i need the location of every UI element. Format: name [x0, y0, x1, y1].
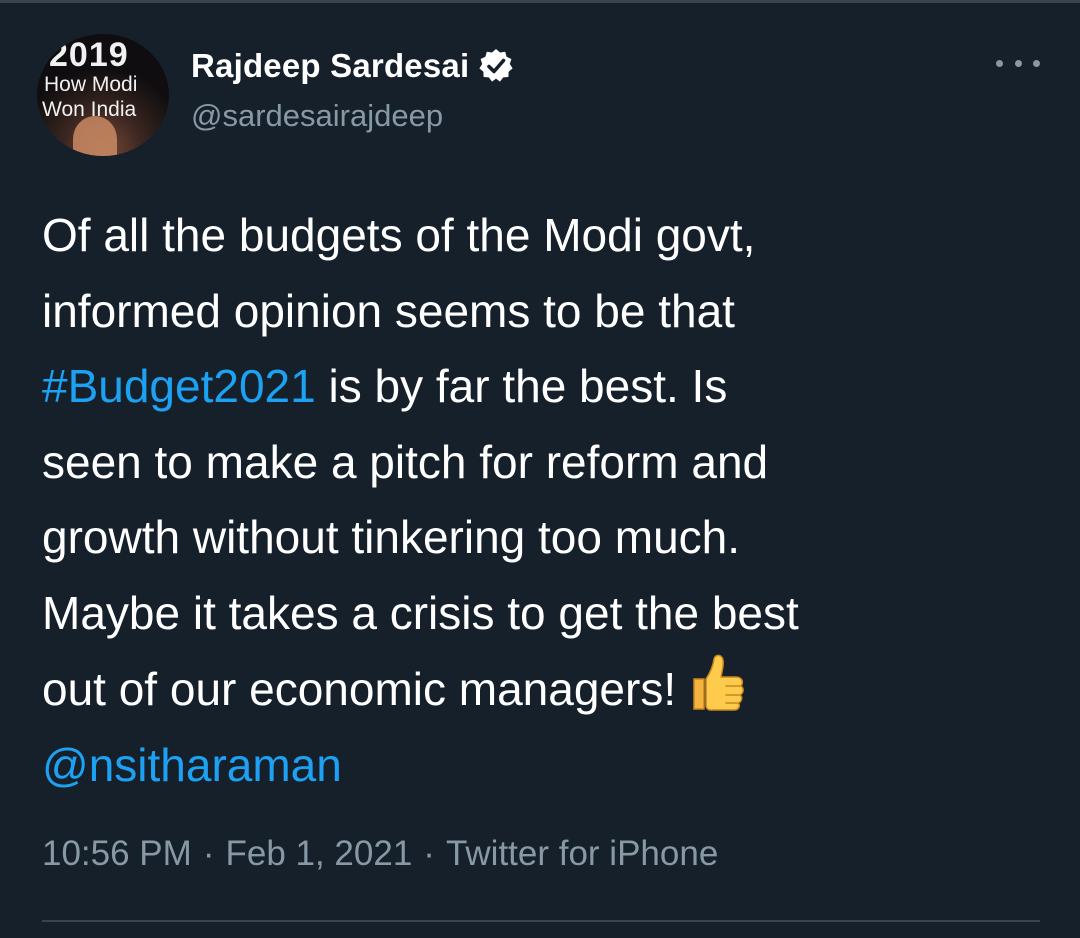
tweet-line: seen to make a pitch for reform and — [42, 435, 769, 488]
avatar-text-line2: How Modi — [44, 73, 138, 96]
tweet-source[interactable]: Twitter for iPhone — [446, 834, 718, 873]
author-block: Rajdeep Sardesai @sardesairajdeep — [191, 40, 514, 134]
more-options-icon[interactable] — [996, 48, 1040, 78]
more-dot — [1033, 59, 1040, 67]
tweet-line: growth without tinkering too much. — [42, 511, 741, 563]
tweet-line: @nsitharaman — [42, 728, 1042, 804]
tweet-line: #Budget2021 is by far the best. Is — [42, 349, 1042, 425]
bottom-divider — [42, 920, 1040, 922]
avatar-text-line3: Won India — [42, 98, 137, 121]
mention-link[interactable]: @nsitharaman — [42, 739, 342, 791]
meta-separator: · — [423, 834, 435, 873]
handle[interactable]: @sardesairajdeep — [191, 98, 514, 134]
verified-badge-icon — [478, 48, 514, 84]
more-dot — [1014, 59, 1022, 67]
thumbs-up-icon — [686, 651, 750, 715]
display-name[interactable]: Rajdeep Sardesai — [191, 47, 469, 85]
avatar-text-year: 2019 — [49, 36, 129, 74]
tweet-line: informed opinion seems to be that — [42, 284, 735, 337]
avatar-figure — [73, 116, 117, 156]
tweet-card: 2019 How Modi Won India Rajdeep Sardesai… — [0, 0, 1080, 938]
hashtag-link[interactable]: #Budget2021 — [42, 360, 316, 412]
tweet-text: Of all the budgets of the Modi govt, inf… — [42, 198, 1042, 803]
tweet-line-text: out of our economic managers! — [42, 663, 677, 715]
name-row: Rajdeep Sardesai — [191, 40, 514, 92]
meta-separator: · — [202, 834, 215, 873]
tweet-line: Maybe it takes a crisis to get the best — [42, 586, 799, 639]
tweet-line: out of our economic managers! — [42, 651, 1042, 728]
tweet-meta: 10:56 PM · Feb 1, 2021 · Twitter for iPhone — [42, 834, 718, 874]
tweet-time[interactable]: 10:56 PM — [42, 834, 192, 873]
avatar[interactable]: 2019 How Modi Won India — [37, 34, 169, 156]
tweet-line-text: is by far the best. Is — [328, 360, 728, 412]
more-dot — [996, 59, 1003, 67]
tweet-date[interactable]: Feb 1, 2021 — [225, 834, 412, 873]
tweet-line: Of all the budgets of the Modi govt, — [42, 209, 756, 261]
